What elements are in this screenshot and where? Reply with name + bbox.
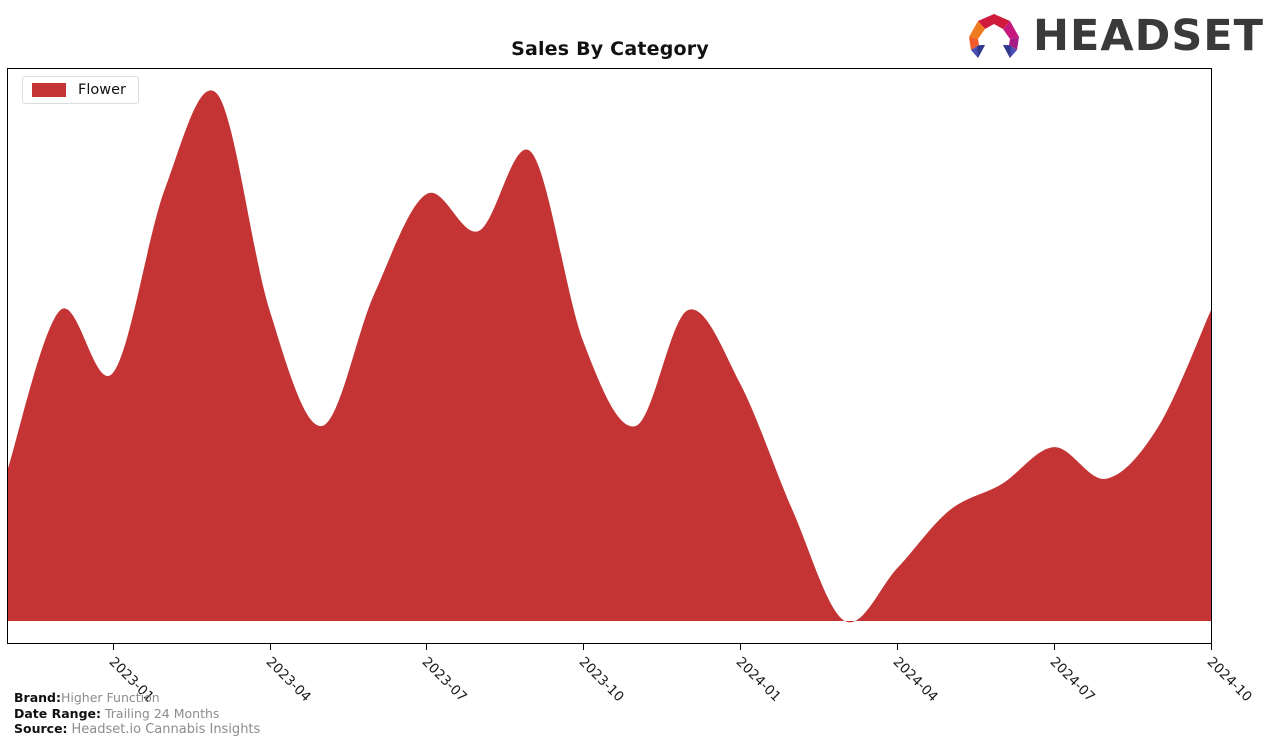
footer-source-row: Source: Headset.io Cannabis Insights <box>14 721 260 738</box>
footer-date-range-value: Trailing 24 Months <box>104 705 220 721</box>
x-axis-tick-label: 2023-07 <box>419 654 471 706</box>
x-axis-tick <box>1054 643 1056 650</box>
footer-brand-key: Brand: <box>14 690 61 705</box>
footer-source-value: Headset.io Cannabis Insights <box>71 722 261 738</box>
area-chart-svg <box>8 90 1211 623</box>
x-axis-tick-label: 2024-10 <box>1203 654 1255 706</box>
x-axis-tick <box>583 643 585 650</box>
footer-source-key: Source: <box>14 721 68 737</box>
x-axis-tick-label: 2024-04 <box>889 654 942 706</box>
chart-legend[interactable]: Flower <box>22 76 139 104</box>
x-axis: 2023-01 2023-04 2023-07 2023-10 2024-01 2024-… <box>7 643 1255 705</box>
footer-date-range-row: Date Range: Trailing 24 Months <box>14 706 260 722</box>
x-axis-tick-label: 2023-10 <box>576 654 628 706</box>
footer-brand-row: Brand:Higher Function <box>14 690 260 706</box>
x-axis-tick <box>897 643 899 650</box>
headset-wordmark: HEADSET <box>1032 10 1264 61</box>
x-axis-tick-label: 2023-04 <box>262 654 314 706</box>
headset-logo: HEADSET <box>965 12 1264 60</box>
legend-label-flower: Flower <box>78 82 126 98</box>
x-axis-tick <box>269 643 271 650</box>
headset-arch-logo <box>968 14 1019 58</box>
legend-swatch-flower <box>32 83 66 97</box>
x-axis-tick <box>740 643 742 650</box>
footer-brand-value: Higher Function <box>60 690 160 705</box>
x-axis-tick <box>112 643 114 650</box>
chart-plot-area: Flower <box>7 68 1212 644</box>
x-axis-tick-label: 2024-01 <box>732 654 785 706</box>
chart-footer: Brand:Higher Function Date Range: Traili… <box>14 690 260 738</box>
series-area-flower <box>8 90 1211 623</box>
x-axis-tick <box>426 643 428 650</box>
x-axis-tick-label: 2024-07 <box>1046 654 1098 706</box>
footer-date-range-key: Date Range: <box>14 705 101 721</box>
x-axis-tick <box>1211 643 1212 650</box>
